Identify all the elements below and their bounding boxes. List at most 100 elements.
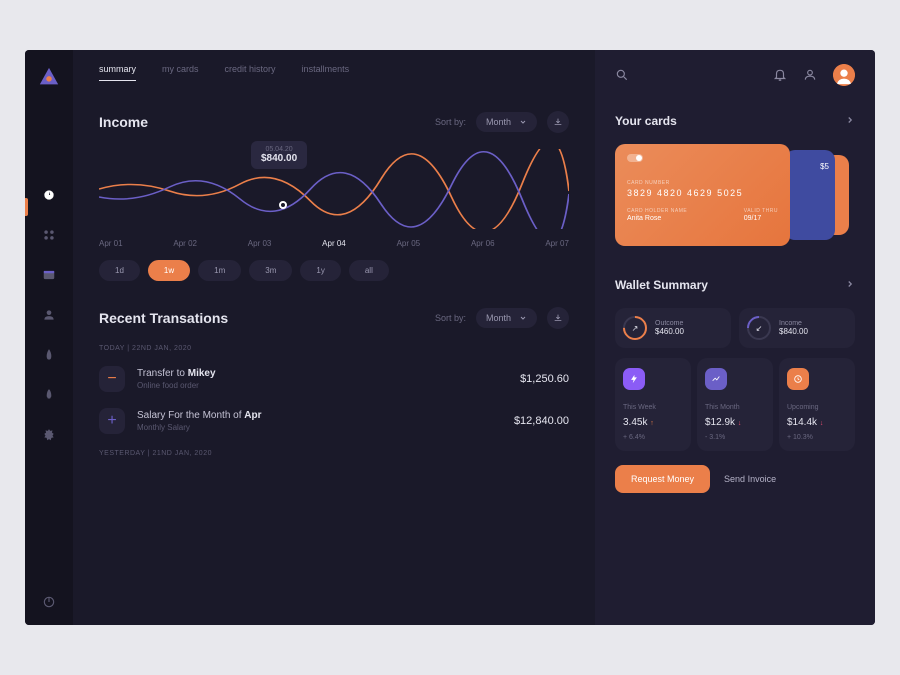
card-valid-value: 09/17 [744,215,778,222]
send-invoice-button[interactable]: Send Invoice [724,474,776,484]
transaction-amount: $1,250.60 [520,373,569,385]
main-content: summary my cards credit history installm… [73,50,875,625]
stat-week-value: 3.45k ↑ [623,417,683,428]
chart-marker [279,201,287,209]
card-holder-label: CARD HOLDER NAME [627,208,687,214]
income-sort-select[interactable]: Month [476,112,537,132]
date-label-active: Apr 04 [322,239,346,248]
stat-month-label: This Month [705,404,765,411]
wallet-boxes: ↗ Outcome $460.00 ↙ Income $840.00 [615,308,855,348]
chevron-down-icon [519,118,527,126]
right-panel: Your cards $5 CARD NUMBER 3829 4820 4629… [595,50,875,625]
transaction-subtitle: Online food order [137,381,508,390]
income-value: $840.00 [779,327,808,336]
card-valid-label: VALID THRU [744,208,778,214]
chevron-right-icon[interactable] [845,112,855,130]
stat-boxes: This Week 3.45k ↑ + 6.4% This Month $12.… [615,358,855,451]
income-sort-wrap: Sort by: Month [435,111,569,133]
request-money-button[interactable]: Request Money [615,465,710,493]
transactions-sort-value: Month [486,313,511,323]
range-buttons: 1d 1w 1m 3m 1y all [99,260,569,281]
nav-settings-icon[interactable] [42,428,56,442]
plus-icon: + [99,408,125,434]
stat-upcoming[interactable]: Upcoming $14.4k ↓ + 10.3% [779,358,855,451]
wallet-title: Wallet Summary [615,278,708,292]
tooltip-value: $840.00 [261,153,297,164]
transactions-title: Recent Transations [99,310,228,326]
nav-wallet-icon[interactable] [42,268,56,282]
transactions-sort-select[interactable]: Month [476,308,537,328]
date-label: Apr 07 [545,239,569,248]
nav-fire-icon[interactable] [42,348,56,362]
transaction-row[interactable]: − Transfer to Mikey Online food order $1… [99,366,569,392]
card-primary: CARD NUMBER 3829 4820 4629 5025 CARD HOL… [615,144,790,246]
stat-week-change: + 6.4% [623,434,683,441]
income-sort-label: Sort by: [435,117,466,127]
transaction-amount: $12,840.00 [514,415,569,427]
stat-month-value: $12.9k ↓ [705,417,765,428]
cards-title: Your cards [615,114,677,128]
tab-credit-history[interactable]: credit history [225,64,276,81]
stat-month-change: - 3.1% [705,434,765,441]
date-label: Apr 05 [397,239,421,248]
nav-user-icon[interactable] [42,308,56,322]
top-right-icons [773,64,855,86]
stat-upcoming-change: + 10.3% [787,434,847,441]
tab-installments[interactable]: installments [302,64,350,81]
wallet-outcome[interactable]: ↗ Outcome $460.00 [615,308,731,348]
nav-rocket-icon[interactable] [42,388,56,402]
income-ring-icon: ↙ [747,316,771,340]
cards-stack[interactable]: $5 CARD NUMBER 3829 4820 4629 5025 CARD … [615,144,855,254]
transaction-row[interactable]: + Salary For the Month of Apr Monthly Sa… [99,408,569,434]
wallet-income[interactable]: ↙ Income $840.00 [739,308,855,348]
outcome-ring-icon: ↗ [623,316,647,340]
transactions-date-yesterday: YESTERDAY | 21ND JAN, 2020 [99,450,569,457]
tab-my-cards[interactable]: my cards [162,64,199,81]
income-title: Income [99,114,148,130]
range-1m[interactable]: 1m [198,260,241,281]
chevron-right-icon[interactable] [845,276,855,294]
tooltip-date: 05.04.20 [261,146,297,153]
outcome-label: Outcome [655,320,684,327]
tab-bar: summary my cards credit history installm… [99,64,569,81]
power-icon[interactable] [42,595,56,609]
date-label: Apr 02 [173,239,197,248]
transactions-date-today: TODAY | 22ND JAN, 2020 [99,345,569,352]
income-sort-value: Month [486,117,511,127]
avatar[interactable] [833,64,855,86]
nav-apps-icon[interactable] [42,228,56,242]
transactions-download-button[interactable] [547,307,569,329]
card-back-1: $5 [785,150,835,240]
income-label: Income [779,320,808,327]
action-buttons: Request Money Send Invoice [615,465,855,493]
range-1d[interactable]: 1d [99,260,140,281]
chart-tooltip: 05.04.20 $840.00 [251,141,307,169]
range-1y[interactable]: 1y [300,260,340,281]
date-label: Apr 01 [99,239,123,248]
sidebar [25,50,73,625]
income-download-button[interactable] [547,111,569,133]
center-panel: summary my cards credit history installm… [73,50,595,625]
stat-week[interactable]: This Week 3.45k ↑ + 6.4% [615,358,691,451]
range-3m[interactable]: 3m [249,260,292,281]
date-label: Apr 06 [471,239,495,248]
card-number-label: CARD NUMBER [627,180,778,186]
search-icon[interactable] [615,68,629,82]
bell-icon[interactable] [773,68,787,82]
stat-upcoming-value: $14.4k ↓ [787,417,847,428]
nav-dashboard-icon[interactable] [42,188,56,202]
stat-upcoming-label: Upcoming [787,404,847,411]
trend-icon [705,368,727,390]
range-1w[interactable]: 1w [148,260,190,281]
transaction-info: Transfer to Mikey Online food order [137,368,508,390]
transaction-title: Transfer to Mikey [137,368,508,379]
outcome-value: $460.00 [655,327,684,336]
stat-month[interactable]: This Month $12.9k ↓ - 3.1% [697,358,773,451]
user-icon[interactable] [803,68,817,82]
range-all[interactable]: all [349,260,389,281]
card-back-number: $5 [820,162,829,171]
wallet-header: Wallet Summary [615,276,855,294]
tab-summary[interactable]: summary [99,64,136,81]
income-chart: 05.04.20 $840.00 [99,149,569,229]
card-number: 3829 4820 4629 5025 [627,188,778,198]
